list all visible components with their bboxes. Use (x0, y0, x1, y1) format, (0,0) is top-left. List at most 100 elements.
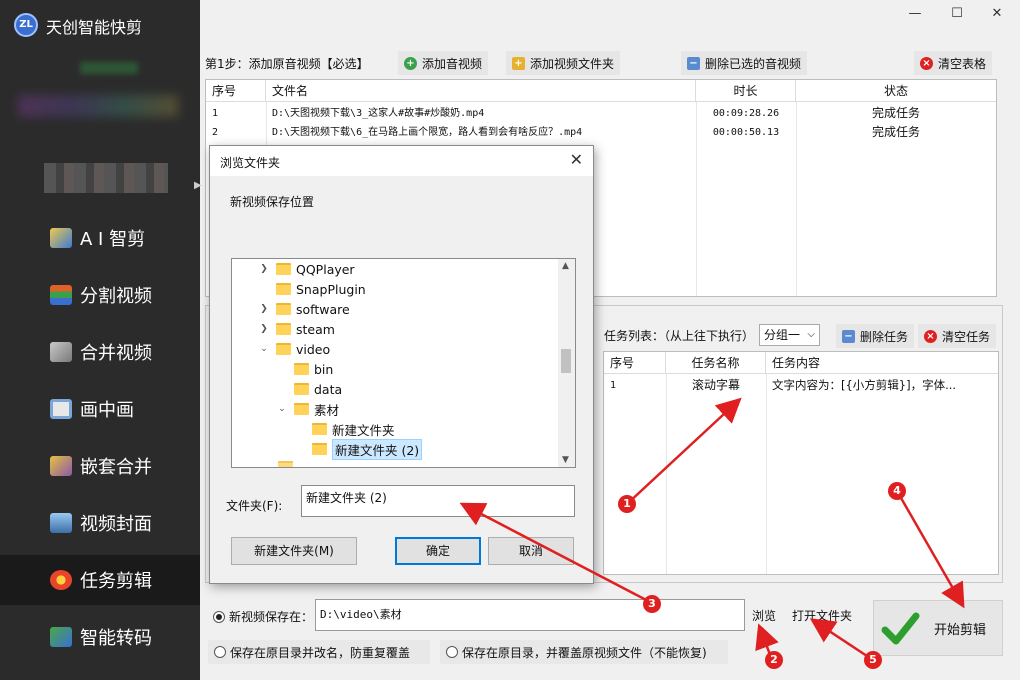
tree-node-partial (272, 457, 298, 467)
sidebar-item-label: A I 智剪 (80, 229, 146, 250)
folder-tree[interactable]: ❯ QQPlayer SnapPlugin ❯ software ❯ steam ⌄ video… (231, 258, 576, 468)
video-cover-icon (50, 513, 72, 533)
tree-scrollbar[interactable]: ▲ ▼ (558, 259, 575, 467)
group-select[interactable]: 分组一 ⌵ (759, 324, 820, 346)
nested-merge-icon (50, 456, 72, 476)
row-status: 完成任务 (871, 106, 920, 120)
row-filename: D:\天图视频下载\6_在马路上画个限宽，路人看到会有啥反应？.mp4 (272, 127, 583, 138)
sidebar-item-ai-edit[interactable]: A I 智剪 (0, 213, 200, 263)
maximize-icon[interactable]: ☐ (942, 6, 972, 26)
column-header-filename[interactable]: 文件名 (266, 80, 696, 102)
picture-in-picture-icon (50, 399, 72, 419)
delete-file-icon: − (687, 56, 700, 70)
sidebar-collapse-icon[interactable]: ▶ (194, 180, 202, 191)
chevron-right-icon[interactable]: ❯ (258, 324, 270, 334)
add-video-label: 添加音视频 (422, 56, 483, 71)
folder-icon (278, 461, 293, 467)
chevron-down-icon[interactable]: ⌄ (276, 404, 288, 414)
sidebar-item-split-video[interactable]: 分割视频 (0, 270, 200, 320)
close-icon[interactable]: ✕ (570, 150, 583, 169)
sidebar: ZL 天创智能快剪 ▶ A I 智剪 分割视频 合并视频 画中画 嵌套合并 视频… (0, 0, 202, 680)
column-header-duration[interactable]: 时长 (696, 80, 796, 102)
tree-node[interactable]: ⌄ 素材 (276, 399, 339, 419)
cancel-button[interactable]: 取消 (488, 537, 574, 565)
clear-tasks-button[interactable]: × 清空任务 (918, 324, 997, 348)
clear-table-label: 清空表格 (938, 56, 987, 71)
chevron-down-icon[interactable]: ▼ (562, 455, 569, 465)
column-header-index[interactable]: 序号 (604, 352, 666, 374)
minimize-icon[interactable]: — (900, 6, 930, 26)
row-duration: 00:00:50.13 (712, 127, 780, 138)
row-duration: 00:09:28.26 (712, 108, 780, 119)
open-folder-button[interactable]: 打开文件夹 (792, 607, 852, 624)
add-video-button[interactable]: + 添加音视频 (398, 51, 489, 75)
save-path-input[interactable]: D:\video\素材 (315, 599, 745, 631)
ok-button[interactable]: 确定 (395, 537, 481, 565)
radio-icon[interactable] (214, 646, 226, 658)
clear-table-button[interactable]: × 清空表格 (914, 51, 993, 75)
column-header-task-name[interactable]: 任务名称 (666, 352, 766, 374)
sidebar-item-nested-merge[interactable]: 嵌套合并 (0, 441, 200, 491)
tree-node[interactable]: ⌄ video (258, 339, 330, 359)
blurred-user-info (44, 163, 168, 193)
sidebar-item-merge-video[interactable]: 合并视频 (0, 327, 200, 377)
new-folder-button[interactable]: 新建文件夹(M) (231, 537, 357, 565)
start-edit-button[interactable]: 开始剪辑 (873, 600, 1003, 656)
folder-input[interactable]: 新建文件夹 (2) (301, 485, 575, 517)
sidebar-item-label: 嵌套合并 (80, 457, 152, 478)
radio-checked-icon[interactable] (213, 610, 225, 623)
tree-node[interactable]: data (276, 379, 342, 399)
radio-icon[interactable] (446, 646, 458, 658)
blurred-user-info (80, 62, 138, 74)
column-header-task-content[interactable]: 任务内容 (766, 352, 998, 374)
close-icon[interactable]: ✕ (982, 6, 1012, 26)
tree-node[interactable]: 新建文件夹 (294, 419, 395, 439)
tree-node[interactable]: SnapPlugin (258, 279, 366, 299)
annotation-badge-5: 5 (864, 651, 882, 669)
checkmark-icon (881, 612, 920, 645)
add-folder-label: 添加视频文件夹 (530, 56, 615, 71)
clear-icon: × (920, 56, 933, 70)
tree-node-label: 新建文件夹 (332, 422, 395, 438)
tree-node-label: SnapPlugin (296, 281, 366, 297)
sidebar-item-smart-transcode[interactable]: 智能转码 (0, 612, 200, 662)
folder-icon (294, 363, 309, 375)
tree-node-label: software (296, 301, 350, 317)
tree-node[interactable]: ❯ QQPlayer (258, 259, 354, 279)
sidebar-item-pip[interactable]: 画中画 (0, 384, 200, 434)
dialog-titlebar[interactable]: 浏览文件夹 ✕ (210, 146, 593, 176)
annotation-badge-4: 4 (888, 482, 906, 500)
tree-node[interactable]: bin (276, 359, 333, 379)
chevron-up-icon[interactable]: ▲ (562, 261, 569, 271)
option-rename[interactable]: 保存在原目录并改名，防重复覆盖 (208, 640, 430, 664)
delete-selected-label: 删除已选的音视频 (705, 56, 802, 71)
column-header-index[interactable]: 序号 (206, 80, 266, 102)
row-index: 2 (212, 127, 219, 138)
chevron-right-icon[interactable]: ❯ (258, 304, 270, 314)
smart-transcode-icon (50, 627, 72, 647)
delete-task-button[interactable]: − 删除任务 (836, 324, 915, 348)
annotation-badge-3: 3 (643, 595, 661, 613)
tree-node[interactable]: 新建文件夹 (2) (294, 438, 423, 460)
tree-node[interactable]: ❯ steam (258, 319, 335, 339)
chevron-right-icon[interactable]: ❯ (258, 264, 270, 274)
browse-button[interactable]: 浏览 (752, 607, 776, 624)
window-controls: — ☐ ✕ (890, 0, 1020, 34)
delete-selected-button[interactable]: − 删除已选的音视频 (681, 51, 808, 75)
folder-icon (294, 383, 309, 395)
option-overwrite[interactable]: 保存在原目录，并覆盖原视频文件（不能恢复) (440, 640, 728, 664)
app-title: 天创智能快剪 (46, 18, 143, 37)
dialog-description: 新视频保存位置 (230, 195, 315, 209)
sidebar-item-video-cover[interactable]: 视频封面 (0, 498, 200, 548)
merge-video-icon (50, 342, 72, 362)
sidebar-item-task-edit[interactable]: 任务剪辑 (0, 555, 200, 605)
new-save-option[interactable]: 新视频保存在： (213, 608, 313, 625)
column-header-status[interactable]: 状态 (796, 80, 996, 102)
task-table[interactable]: 序号 任务名称 任务内容 1 滚动字幕 文字内容为：[{小方剪辑}]，字体... (603, 351, 999, 575)
tree-node[interactable]: ❯ software (258, 299, 350, 319)
scrollbar-thumb[interactable] (561, 349, 571, 373)
sidebar-item-label: 分割视频 (80, 286, 152, 307)
chevron-down-icon[interactable]: ⌄ (258, 344, 270, 354)
start-edit-label: 开始剪辑 (934, 622, 987, 638)
add-folder-button[interactable]: + 添加视频文件夹 (506, 51, 621, 75)
